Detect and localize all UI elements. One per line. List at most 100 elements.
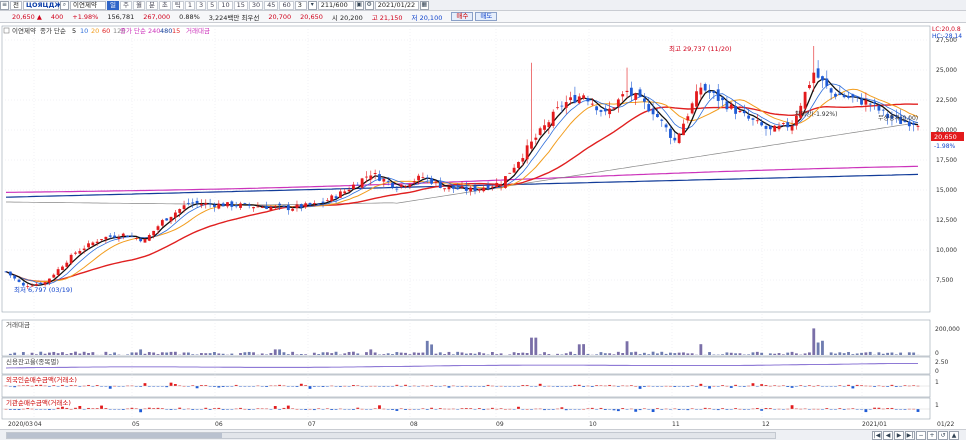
zoom-in-icon[interactable]: + <box>927 431 937 440</box>
volume-tick-zero: 0 <box>935 350 939 357</box>
candle-body <box>590 103 594 105</box>
candle-body <box>343 191 347 194</box>
candle-body <box>126 235 130 238</box>
period-minute-button[interactable]: 분 <box>145 0 158 10</box>
first-icon[interactable]: |◀ <box>872 431 882 440</box>
chart-scrollbar[interactable] <box>6 432 776 439</box>
candle-body <box>868 103 872 105</box>
reset-icon[interactable]: ↺ <box>938 431 948 440</box>
candle-body <box>52 274 56 278</box>
period-second-button[interactable]: 초 <box>158 0 171 10</box>
volume-bar <box>729 352 733 355</box>
stock-chart[interactable]: 27,50025,00022,50020,00017,50015,00012,5… <box>0 24 966 429</box>
candle-body <box>464 186 468 191</box>
date-input[interactable]: 2021/01/22 <box>374 0 419 10</box>
scroll-thumb[interactable] <box>7 433 223 438</box>
candle-body <box>564 102 568 108</box>
candle-body <box>312 203 316 204</box>
date-tick-label: 2021/01 <box>862 421 887 428</box>
volume-bar <box>343 353 347 355</box>
candle-body <box>599 110 603 112</box>
foreign-flow-bar <box>729 386 733 388</box>
search-icon[interactable]: ⌕ <box>59 0 69 10</box>
period-week-button[interactable]: 주 <box>119 0 132 10</box>
candle-body <box>734 105 738 114</box>
inst-panel-title: 기관순매수금액(거래소) <box>6 398 71 407</box>
date-tick-label: 2020/03 <box>8 421 33 428</box>
candle-body <box>764 126 768 129</box>
candle-body <box>217 203 221 209</box>
volume-bar <box>299 354 303 355</box>
gear-icon[interactable]: ⚙ <box>364 0 374 10</box>
prev-icon[interactable]: ◀ <box>883 431 893 440</box>
minute-1-button[interactable]: 1 <box>184 0 196 10</box>
volume-bar <box>786 352 790 355</box>
volume-bar <box>864 352 868 355</box>
count-input[interactable]: 3 <box>294 0 307 10</box>
minute-5-button[interactable]: 5 <box>207 0 218 10</box>
nav-buttons: |◀ ◀ ▶ ▶| − + ↺ ▲ <box>872 431 960 440</box>
minute-10-button[interactable]: 10 <box>218 0 233 10</box>
zoom-out-icon[interactable]: − <box>916 431 926 440</box>
volume-bar <box>213 352 216 355</box>
volume-bar <box>425 340 429 355</box>
sell-button[interactable]: 매도 <box>475 12 498 21</box>
next-icon[interactable]: ▶ <box>894 431 904 440</box>
candle-body <box>330 195 334 202</box>
up-icon[interactable]: ▲ <box>949 431 959 440</box>
minute-3-button[interactable]: 3 <box>196 0 207 10</box>
candle-body <box>78 250 82 254</box>
volume-bar <box>699 344 703 355</box>
candle-body <box>712 91 716 93</box>
volume-bar <box>217 353 221 355</box>
market-select[interactable]: 전 <box>10 0 22 10</box>
volume-bar <box>464 353 468 355</box>
volume-bar <box>169 351 173 355</box>
quote-bar: 20,650 ▲ 400 +1.98% 156,781 267,000 0.88… <box>0 11 966 23</box>
candle-body <box>434 181 438 183</box>
minute-30-button[interactable]: 30 <box>248 0 264 10</box>
candle-body <box>247 204 251 206</box>
range-input[interactable]: 211/600 <box>317 0 354 10</box>
volume-bar <box>816 342 820 355</box>
buy-button[interactable]: 매수 <box>451 12 474 21</box>
lock-icon[interactable]: ▣ <box>354 0 364 10</box>
volume-bar <box>477 352 481 355</box>
period-tick-button[interactable]: 틱 <box>171 0 184 10</box>
menu-icon[interactable]: ≡ <box>0 0 9 10</box>
volume-bar <box>482 353 486 355</box>
candle-body <box>864 100 868 105</box>
volume-bar <box>304 354 308 355</box>
volume-bar <box>282 352 286 355</box>
period-day-button[interactable]: 일 <box>106 0 119 10</box>
volume-bar <box>408 354 412 355</box>
minute-45-button[interactable]: 45 <box>264 0 279 10</box>
candle-body <box>373 173 377 175</box>
volume-bar <box>317 354 321 355</box>
volume-bar <box>808 352 811 355</box>
inst-flow-bar <box>61 406 64 409</box>
bottom-bar: |◀ ◀ ▶ ▶| − + ↺ ▲ <box>0 429 966 440</box>
minute-15-button[interactable]: 15 <box>233 0 248 10</box>
stock-code-input[interactable]: ЦОЯЦДЖ <box>22 0 62 10</box>
volume-bar <box>625 341 629 355</box>
date-tick-label: 12 <box>762 421 770 428</box>
candle-body <box>65 262 69 267</box>
last-icon[interactable]: ▶| <box>905 431 915 440</box>
candle-body <box>842 94 846 98</box>
volume-bar <box>373 352 377 355</box>
volume-bar <box>586 353 590 355</box>
main-toolbar: ≡ 전 ЦОЯЦДЖ ⌕ 이연제약 일 주 월 분 초 틱 1 3 5 10 1… <box>0 0 966 11</box>
volume-bar <box>451 354 455 355</box>
period-month-button[interactable]: 월 <box>132 0 145 10</box>
legend-toggle-icon[interactable] <box>3 27 10 34</box>
volume-bar <box>821 340 824 355</box>
chevron-down-icon[interactable]: ▾ <box>307 0 317 10</box>
calendar-icon[interactable]: ▦ <box>419 0 429 10</box>
inst-tick: 1 <box>935 402 939 409</box>
minute-60-button[interactable]: 60 <box>279 0 294 10</box>
candle-body <box>208 203 212 205</box>
candle-body <box>490 186 494 188</box>
candle-body <box>265 205 268 209</box>
candle-body <box>295 204 299 209</box>
